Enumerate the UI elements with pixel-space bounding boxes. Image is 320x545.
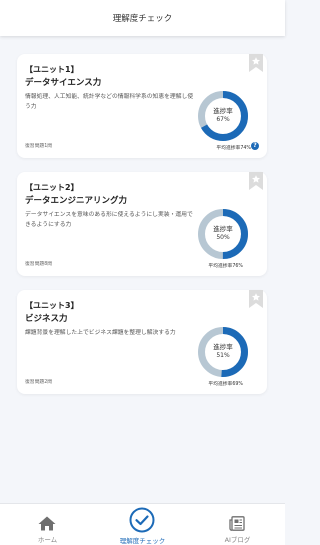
blog-icon (229, 516, 245, 531)
average-progress: 平均進捗率69% (208, 382, 243, 387)
review-count[interactable]: 復習問題1問 (25, 142, 52, 149)
unit-number: 【ユニット2】 (25, 183, 79, 192)
progress-value: 67% (216, 116, 230, 123)
bottom-tab-bar: ホーム 理解度チェック AIブログ (0, 503, 285, 545)
bookmark-icon[interactable] (249, 290, 263, 308)
average-progress: 平均進捗率74% (216, 146, 251, 151)
unit-card[interactable]: 【ユニット2】 データエンジニアリング力 データサイエンスを意味のある形に使える… (17, 172, 267, 276)
question-icon[interactable]: ? (251, 142, 259, 150)
header-bar: 理解度チェック (0, 0, 285, 36)
progress-label: 進捗率 (213, 343, 233, 351)
progress-value: 51% (216, 352, 230, 359)
unit-name: ビジネス力 (25, 314, 68, 324)
tab-comprehension-check[interactable]: 理解度チェック (95, 504, 190, 545)
check-circle-icon (129, 507, 155, 533)
progress-label: 進捗率 (213, 225, 233, 233)
unit-name: データサイエンス力 (25, 78, 102, 88)
review-count[interactable]: 復習問題8問 (25, 260, 52, 267)
unit-card[interactable]: 【ユニット3】 ビジネス力 課題背景を理解した上でビジネス課題を整理し解決する力… (17, 290, 267, 394)
unit-description: データサイエンスを意味のある形に使えるようにし実装・運用できるようにする力 (25, 212, 193, 228)
unit-number: 【ユニット3】 (25, 301, 79, 310)
tab-home-label: ホーム (37, 536, 58, 544)
tab-ai-blog-label: AIブログ (224, 536, 251, 544)
progress-ring: 進捗率 50% (197, 208, 249, 260)
review-count[interactable]: 復習問題2問 (25, 378, 52, 385)
progress-ring: 進捗率 51% (197, 326, 249, 378)
tab-ai-blog[interactable]: AIブログ (190, 504, 285, 545)
unit-card[interactable]: 【ユニット1】 データサイエンス力 情報処理、人工知能、統計学などの情報科学系の… (17, 54, 267, 158)
home-icon (38, 516, 56, 531)
tab-comprehension-check-label: 理解度チェック (119, 537, 166, 545)
bookmark-icon[interactable] (249, 172, 263, 190)
unit-description: 課題背景を理解した上でビジネス課題を整理し解決する力 (25, 330, 176, 336)
unit-description: 情報処理、人工知能、統計学などの情報科学系の知恵を理解し使う力 (25, 94, 194, 110)
unit-number: 【ユニット1】 (25, 65, 79, 74)
progress-value: 50% (216, 234, 230, 241)
progress-ring: 進捗率 67% (197, 90, 249, 142)
progress-label: 進捗率 (213, 107, 233, 115)
bookmark-icon[interactable] (249, 54, 263, 72)
unit-name: データエンジニアリング力 (25, 196, 128, 206)
page-title: 理解度チェック (112, 14, 173, 24)
average-progress: 平均進捗率76% (208, 264, 243, 269)
tab-home[interactable]: ホーム (0, 504, 95, 545)
